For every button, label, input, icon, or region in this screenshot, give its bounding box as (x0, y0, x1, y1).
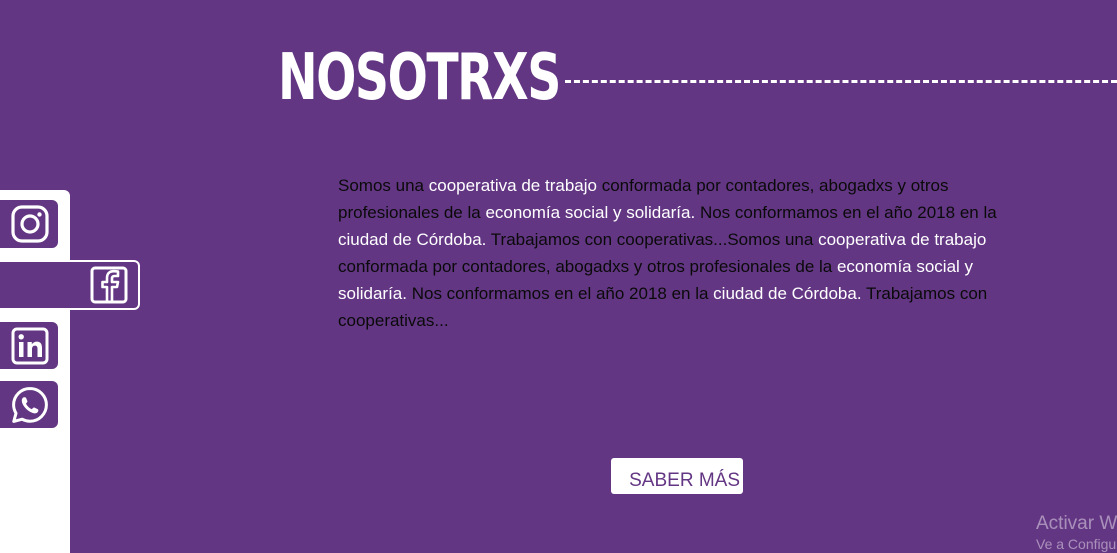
about-text-segment: Somos una (338, 176, 429, 195)
facebook-icon (90, 266, 128, 304)
about-highlight-text: ciudad de Córdoba. (338, 230, 487, 249)
about-highlight-text: economía social y solidaría. (485, 203, 696, 222)
about-paragraph: Somos una cooperativa de trabajo conform… (338, 172, 1018, 334)
social-link-instagram[interactable] (0, 200, 58, 248)
watermark-subtitle: Ve a Configu (1036, 536, 1117, 552)
windows-activation-watermark: Activar W Ve a Configu (1036, 512, 1117, 553)
social-link-linkedin[interactable] (0, 322, 58, 369)
about-text-segment: Trabajamos con cooperativas...Somos una (486, 230, 819, 249)
social-link-facebook[interactable] (0, 260, 140, 310)
section-header: NOSOTRXS (278, 44, 1117, 114)
about-highlight-text: ciudad de Córdoba. (713, 284, 862, 303)
whatsapp-icon (10, 385, 50, 425)
about-highlight-text: cooperativa de trabajo (818, 230, 987, 249)
social-link-whatsapp[interactable] (0, 381, 58, 428)
instagram-icon (10, 204, 50, 244)
saber-mas-button[interactable]: SABER MÁS (611, 458, 743, 494)
linkedin-icon (10, 326, 50, 366)
about-highlight-text: cooperativa de trabajo (428, 176, 597, 195)
about-text-segment: Nos conformamos en el año 2018 en la (406, 284, 714, 303)
title-dashed-divider (565, 80, 1117, 83)
about-text-segment: Nos conformamos en el año 2018 en la (695, 203, 997, 222)
about-text-segment: conformada por contadores, abogadxs y ot… (338, 257, 837, 276)
watermark-title: Activar W (1036, 513, 1117, 534)
section-title: NOSOTRXS (278, 41, 561, 115)
